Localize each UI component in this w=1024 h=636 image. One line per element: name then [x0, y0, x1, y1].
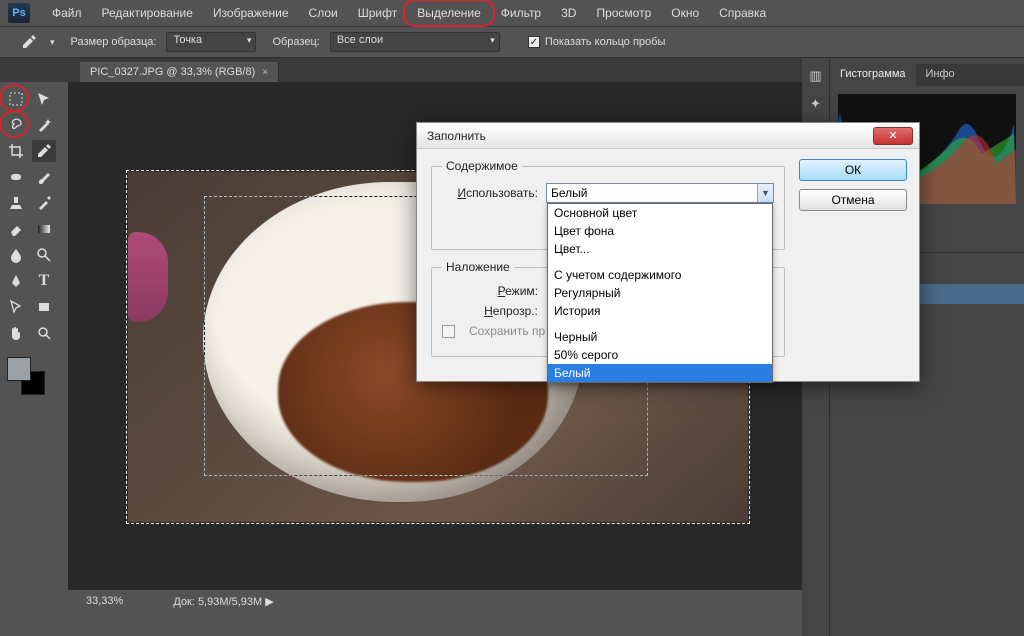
magic-wand-tool[interactable]: [32, 114, 56, 136]
rectangle-tool[interactable]: [32, 296, 56, 318]
ok-button[interactable]: ОК: [799, 159, 907, 181]
history-brush-tool[interactable]: [32, 192, 56, 214]
use-label: Использовать:: [442, 186, 538, 200]
dodge-tool[interactable]: [32, 244, 56, 266]
dropdown-option[interactable]: Цвет...: [548, 240, 772, 258]
sample-size-select[interactable]: Точка: [166, 32, 256, 52]
toolbox: T: [0, 82, 60, 408]
menu-3d[interactable]: 3D: [551, 2, 586, 24]
dropdown-option[interactable]: Черный: [548, 328, 772, 346]
close-icon: ✕: [888, 129, 897, 142]
check-icon: ✓: [528, 36, 540, 48]
info-icon[interactable]: ✦: [806, 94, 826, 114]
type-tool[interactable]: T: [32, 270, 56, 292]
dropdown-option[interactable]: 50% серого: [548, 346, 772, 364]
move-tool[interactable]: [32, 88, 56, 110]
menu-справка[interactable]: Справка: [709, 2, 776, 24]
eraser-tool[interactable]: [4, 218, 28, 240]
zoom-tool[interactable]: [32, 322, 56, 344]
annotation-circle: [403, 0, 495, 27]
eyedropper-tool[interactable]: [32, 140, 56, 162]
sample-label: Образец:: [272, 36, 319, 48]
chevron-down-icon[interactable]: ▾: [50, 37, 55, 48]
path-selection-tool[interactable]: [4, 296, 28, 318]
close-icon[interactable]: ×: [262, 67, 268, 78]
marquee-tool[interactable]: [4, 88, 28, 110]
mode-label: Режим:: [442, 284, 538, 298]
healing-brush-tool[interactable]: [4, 166, 28, 188]
menu-шрифт[interactable]: Шрифт: [348, 2, 407, 24]
dropdown-option: [548, 320, 772, 328]
dropdown-option[interactable]: Цвет фона: [548, 222, 772, 240]
gradient-tool[interactable]: [32, 218, 56, 240]
show-ring-checkbox[interactable]: ✓ Показать кольцо пробы: [528, 36, 666, 48]
hand-tool[interactable]: [4, 322, 28, 344]
menu-выделение[interactable]: Выделение: [407, 2, 491, 24]
dialog-titlebar[interactable]: Заполнить ✕: [417, 123, 919, 149]
document-tab[interactable]: PIC_0327.JPG @ 33,3% (RGB/8) ×: [80, 62, 279, 82]
menubar: Ps ФайлРедактированиеИзображениеСлоиШриф…: [0, 0, 1024, 26]
preserve-checkbox[interactable]: [442, 325, 455, 338]
tab-histogram[interactable]: Гистограмма: [830, 64, 916, 86]
status-bar: 33,33% Док: 5,93M/5,93M ▶: [68, 590, 830, 612]
dropdown-option[interactable]: С учетом содержимого: [548, 266, 772, 284]
dialog-close-button[interactable]: ✕: [873, 127, 913, 145]
menu-просмотр[interactable]: Просмотр: [586, 2, 661, 24]
eyedropper-indicator-icon: [18, 33, 40, 51]
crop-tool[interactable]: [4, 140, 28, 162]
preserve-label: Сохранить пр: [469, 324, 545, 338]
menu-фильтр[interactable]: Фильтр: [491, 2, 551, 24]
menu-файл[interactable]: Файл: [42, 2, 92, 24]
menu-изображение[interactable]: Изображение: [203, 2, 299, 24]
dialog-title: Заполнить: [427, 129, 873, 143]
cancel-button[interactable]: Отмена: [799, 189, 907, 211]
chevron-down-icon: ▼: [757, 184, 773, 202]
dropdown-option[interactable]: Регулярный: [548, 284, 772, 302]
brush-tool[interactable]: [32, 166, 56, 188]
panel-tabs: Гистограмма Инфо: [830, 64, 1024, 86]
lasso-tool[interactable]: [4, 114, 28, 136]
menu-окно[interactable]: Окно: [661, 2, 709, 24]
options-bar: ▾ Размер образца: Точка Образец: Все сло…: [0, 26, 1024, 58]
color-swatches[interactable]: [4, 354, 56, 402]
sample-size-label: Размер образца:: [71, 36, 157, 48]
ps-logo: Ps: [8, 3, 30, 23]
histogram-icon[interactable]: ▥: [806, 66, 826, 86]
menu-редактирование[interactable]: Редактирование: [92, 2, 203, 24]
menu-слои[interactable]: Слои: [299, 2, 348, 24]
use-combobox[interactable]: Белый ▼: [546, 183, 774, 203]
dropdown-option: [548, 258, 772, 266]
zoom-level[interactable]: 33,33%: [86, 595, 123, 607]
blur-tool[interactable]: [4, 244, 28, 266]
dropdown-option[interactable]: Основной цвет: [548, 204, 772, 222]
pen-tool[interactable]: [4, 270, 28, 292]
sample-select[interactable]: Все слои: [330, 32, 500, 52]
opacity-label: Непрозр.:: [442, 304, 538, 318]
dropdown-option[interactable]: Белый: [548, 364, 772, 382]
dropdown-option[interactable]: История: [548, 302, 772, 320]
fill-dialog: Заполнить ✕ Содержимое Использовать: Бел…: [416, 122, 920, 382]
use-dropdown-list[interactable]: Основной цветЦвет фонаЦвет... С учетом со…: [547, 203, 773, 383]
tab-info[interactable]: Инфо: [916, 64, 965, 86]
clone-stamp-tool[interactable]: [4, 192, 28, 214]
